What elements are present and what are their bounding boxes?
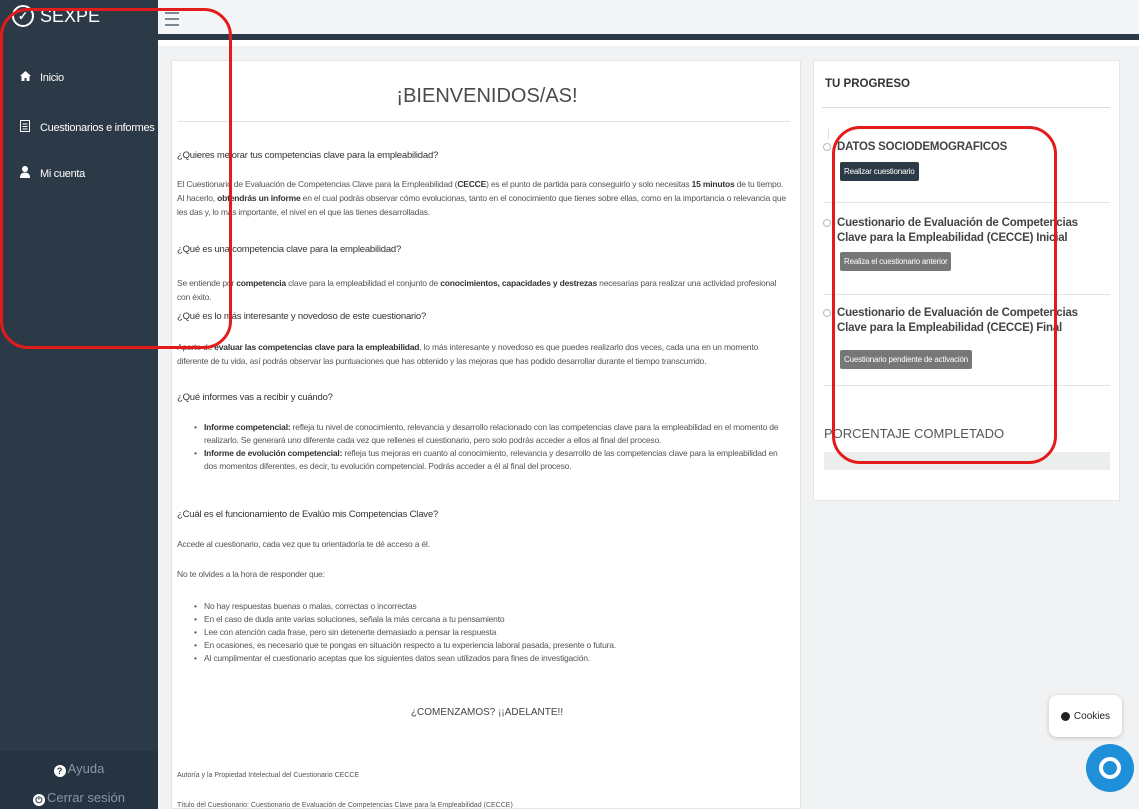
cookies-button[interactable]: Cookies [1049,695,1122,737]
list-item: No hay respuestas buenas o malas, correc… [194,600,789,613]
logout-label: Cerrar sesión [46,790,126,805]
divider [178,121,790,122]
question-heading: ¿Cuál es el funcionamiento de Evalúo mis… [177,509,438,520]
step-indicator [823,309,831,317]
paragraph: Se entiende por competencia clave para l… [177,278,777,302]
progress-title: TU PROGRESO [825,78,910,90]
question-icon: ? [53,765,66,777]
list-item: Informe de evolución competencial: refle… [194,447,789,473]
cookie-icon [1060,711,1070,721]
divider [822,107,1110,108]
cookies-label: Cookies [1073,710,1111,722]
tips-list: No hay respuestas buenas o malas, correc… [194,600,789,665]
step-indicator [823,219,831,227]
power-icon: ⏻ [32,794,45,806]
paragraph: El Cuestionario de Evaluación de Compete… [177,179,786,217]
welcome-panel: ¡BIENVENIDOS/AS! ¿Quieres mejorar tus co… [171,60,801,809]
help-link[interactable]: ? Ayuda [0,761,158,777]
timeline-line [828,129,829,139]
step-indicator [823,143,831,151]
sidebar-footer: ? Ayuda ⏻ Cerrar sesión [0,751,158,809]
annotation-outline-sidebar [0,8,232,349]
list-item: Al cumplimentar el cuestionario aceptas … [194,652,789,665]
question-heading: ¿Qué informes vas a recibir y cuándo? [177,392,333,403]
chat-button[interactable] [1086,744,1134,792]
list-item: En el caso de duda ante varias solucione… [194,613,789,626]
paragraph: Accede al cuestionario, cada vez que tu … [177,539,430,549]
list-item: Informe competencial: refleja tu nivel d… [194,421,789,447]
footer-title: Título del Cuestionario: Cuestionario de… [177,802,513,809]
chat-icon [1099,757,1121,779]
paragraph: Aparte de evaluar las competencias clave… [177,342,759,366]
reports-list: Informe competencial: refleja tu nivel d… [194,421,789,473]
call-to-action: ¿COMENZAMOS? ¡¡ADELANTE!! [410,707,564,718]
footer-authorship: Autoría y la Propiedad Intelectual del C… [177,772,360,779]
paragraph: No te olvides a la hora de responder que… [177,569,325,579]
logout-link[interactable]: ⏻ Cerrar sesión [0,790,158,806]
list-item: En ocasiones, es necesario que te pongas… [194,639,789,652]
page-title: ¡BIENVENIDOS/AS! [396,85,578,107]
help-label: Ayuda [67,761,105,776]
list-item: Lee con atención cada frase, pero sin de… [194,626,789,639]
top-bar [158,0,1139,40]
annotation-outline-progress [832,126,1057,464]
